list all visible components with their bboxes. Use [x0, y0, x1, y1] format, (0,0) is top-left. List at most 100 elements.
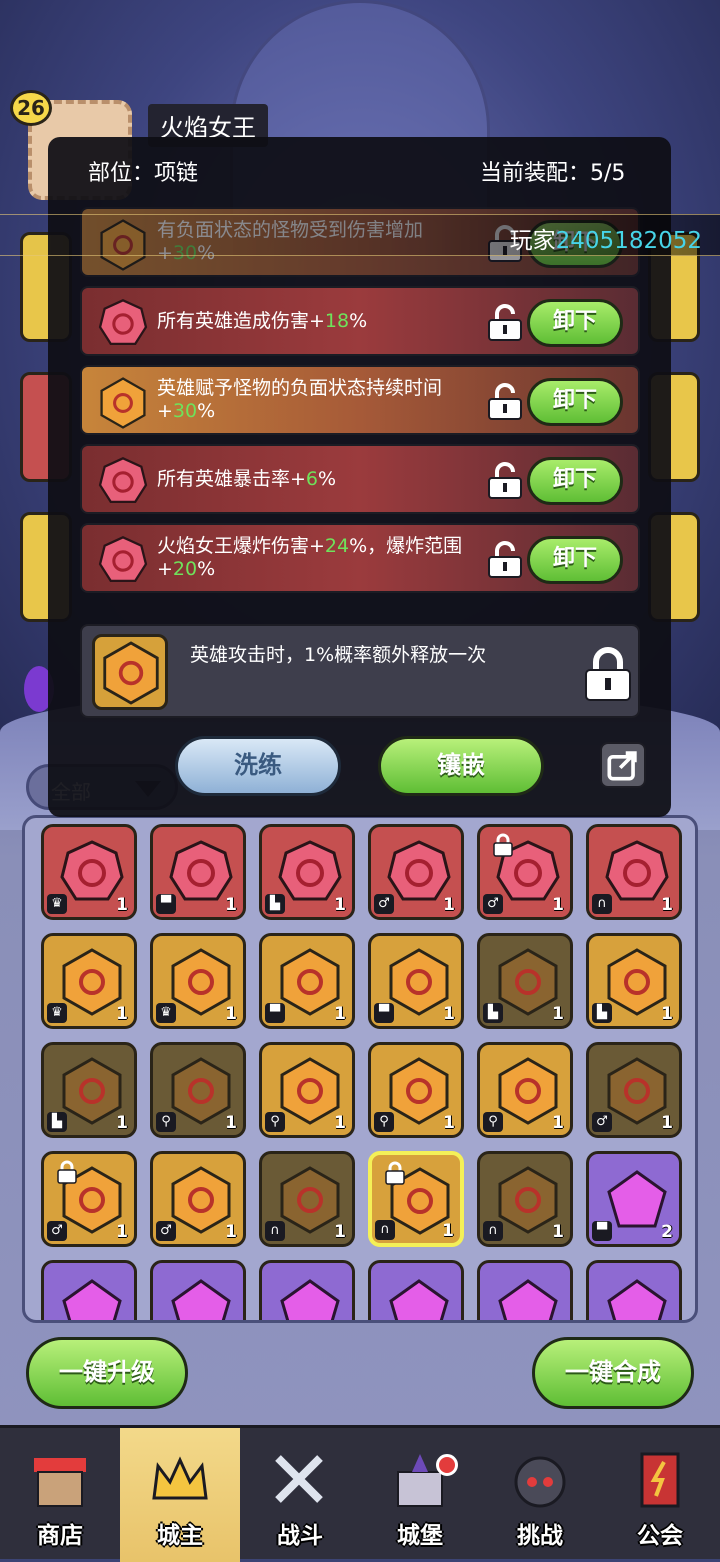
- nav-tab-label: 挑战: [517, 1523, 563, 1549]
- gem-slot-bar[interactable]: 火焰女王爆炸伤害+24%，爆炸范围+20% 卸下: [80, 523, 640, 593]
- gem-cell[interactable]: ▀ 1: [150, 824, 246, 920]
- gem-cell[interactable]: ∩ 1: [259, 1151, 355, 1247]
- gold-gem-icon: [171, 948, 231, 1016]
- gem-cell[interactable]: ♂ 1: [586, 1042, 682, 1138]
- gem-cell[interactable]: ▀ 1: [259, 933, 355, 1029]
- gold-gem-icon: [498, 1057, 558, 1125]
- unequip-button[interactable]: 卸下: [527, 299, 623, 347]
- nav-tab[interactable]: 商店: [0, 1428, 120, 1562]
- slot-position-label: 部位：项链: [88, 161, 199, 186]
- gold-gem-icon: [607, 1057, 667, 1125]
- gem-cell[interactable]: ⚲ 1: [150, 1042, 246, 1138]
- gem-count: 1: [661, 1004, 673, 1024]
- upgrade-all-button[interactable]: 一键升级: [26, 1337, 188, 1409]
- banner-icon: [640, 1452, 680, 1508]
- gem-count: 2: [661, 1222, 673, 1242]
- purple-gem-icon: [498, 1279, 558, 1320]
- gem-cell[interactable]: ▀ 2: [586, 1151, 682, 1247]
- gem-cell[interactable]: ▙ 1: [41, 1042, 137, 1138]
- gem-cell[interactable]: [477, 1260, 573, 1320]
- gem-slot-bar[interactable]: 所有英雄暴击率+6% 卸下: [80, 444, 640, 514]
- nav-tab[interactable]: 公会: [600, 1428, 720, 1562]
- gem-slot-bar[interactable]: 所有英雄造成伤害+18% 卸下: [80, 286, 640, 356]
- ring-slot-icon: ♂: [483, 894, 503, 914]
- gem-cell[interactable]: ∩ 1: [477, 1151, 573, 1247]
- gem-count: 1: [334, 895, 346, 915]
- gem-cell[interactable]: ⚲ 1: [368, 1042, 464, 1138]
- gem-cell[interactable]: ∩ 1: [368, 1151, 464, 1247]
- gold-gem-icon: [62, 948, 122, 1016]
- red-gem-icon: [98, 457, 148, 504]
- hero-level-badge: 26: [10, 90, 52, 126]
- unlock-icon[interactable]: [487, 541, 523, 579]
- merge-all-button[interactable]: 一键合成: [532, 1337, 694, 1409]
- nav-tab[interactable]: 城堡: [360, 1428, 480, 1562]
- gem-cell[interactable]: ♂ 1: [41, 1151, 137, 1247]
- crown-slot-icon: ♛: [47, 894, 67, 914]
- gem-cell[interactable]: [41, 1260, 137, 1320]
- gem-cell[interactable]: ♂ 1: [150, 1151, 246, 1247]
- locked-slot-text: 英雄攻击时，1%概率额外释放一次: [190, 644, 487, 666]
- unlock-icon[interactable]: [487, 383, 523, 421]
- gold-gem-icon: [498, 948, 558, 1016]
- unequip-button[interactable]: 卸下: [527, 378, 623, 426]
- ring-slot-icon: ♂: [47, 1221, 67, 1241]
- gem-cell[interactable]: [150, 1260, 246, 1320]
- gem-cell[interactable]: ♛ 1: [150, 933, 246, 1029]
- gem-cell[interactable]: ▙ 1: [477, 933, 573, 1029]
- gold-gem-icon: [498, 1166, 558, 1234]
- gem-cell[interactable]: ∩ 1: [586, 824, 682, 920]
- crown-slot-icon: ♛: [47, 1003, 67, 1023]
- nav-tab-label: 战斗: [277, 1523, 323, 1549]
- wash-button[interactable]: 洗练: [175, 736, 341, 796]
- ring-slot-icon: ♂: [374, 894, 394, 914]
- boot-slot-icon: ▙: [47, 1112, 67, 1132]
- gem-cell[interactable]: ▀ 1: [368, 933, 464, 1029]
- gem-cell[interactable]: ♂ 1: [368, 824, 464, 920]
- shirt-slot-icon: ▀: [156, 894, 176, 914]
- gem-count: 1: [225, 1004, 237, 1024]
- shirt-slot-icon: ▀: [374, 1003, 394, 1023]
- red-gem-icon: [387, 840, 451, 901]
- neck-slot-icon: ∩: [265, 1221, 285, 1241]
- gem-cell[interactable]: ♂ 1: [477, 824, 573, 920]
- unequip-button[interactable]: 卸下: [527, 457, 623, 505]
- axe-slot-icon: ⚲: [265, 1112, 285, 1132]
- gem-cell[interactable]: ♛ 1: [41, 933, 137, 1029]
- equip-count-label: 当前装配：5/5: [480, 161, 626, 186]
- nav-tab[interactable]: 挑战: [480, 1428, 600, 1562]
- nav-tab-label: 商店: [37, 1523, 83, 1549]
- lock-icon[interactable]: [582, 646, 634, 702]
- boot-slot-icon: ▙: [265, 894, 285, 914]
- gem-count: 1: [116, 1113, 128, 1133]
- player-id-overlay: 玩家2405182052: [0, 214, 720, 256]
- nav-tab[interactable]: 城主: [120, 1428, 240, 1562]
- gem-cell[interactable]: ▙ 1: [259, 824, 355, 920]
- gem-count: 1: [334, 1004, 346, 1024]
- gem-slot-effect-text: 所有英雄造成伤害+18%: [157, 310, 368, 332]
- crown-slot-icon: ♛: [156, 1003, 176, 1023]
- unlock-icon[interactable]: [487, 304, 523, 342]
- inlay-button[interactable]: 镶嵌: [378, 736, 544, 796]
- unequip-button[interactable]: 卸下: [527, 536, 623, 584]
- ring-slot-icon: ♂: [156, 1221, 176, 1241]
- share-button[interactable]: [600, 742, 646, 788]
- gem-cell[interactable]: [259, 1260, 355, 1320]
- gem-cell[interactable]: ▙ 1: [586, 933, 682, 1029]
- gem-count: 1: [225, 1113, 237, 1133]
- gem-count: 1: [443, 895, 455, 915]
- gem-cell[interactable]: [368, 1260, 464, 1320]
- locked-slot: 英雄攻击时，1%概率额外释放一次: [80, 624, 640, 718]
- unlock-icon[interactable]: [487, 462, 523, 500]
- gem-count: 1: [552, 1222, 564, 1242]
- gem-cell[interactable]: ♛ 1: [41, 824, 137, 920]
- gem-cell[interactable]: ⚲ 1: [477, 1042, 573, 1138]
- swords-icon: [275, 1455, 323, 1503]
- nav-tab[interactable]: 战斗: [240, 1428, 360, 1562]
- gem-slot-bar[interactable]: 英雄赋予怪物的负面状态持续时间+30% 卸下: [80, 365, 640, 435]
- crown-icon: [152, 1456, 208, 1500]
- gem-cell[interactable]: ⚲ 1: [259, 1042, 355, 1138]
- gem-cell[interactable]: [586, 1260, 682, 1320]
- gem-count: 1: [552, 1113, 564, 1133]
- gem-count: 1: [661, 1113, 673, 1133]
